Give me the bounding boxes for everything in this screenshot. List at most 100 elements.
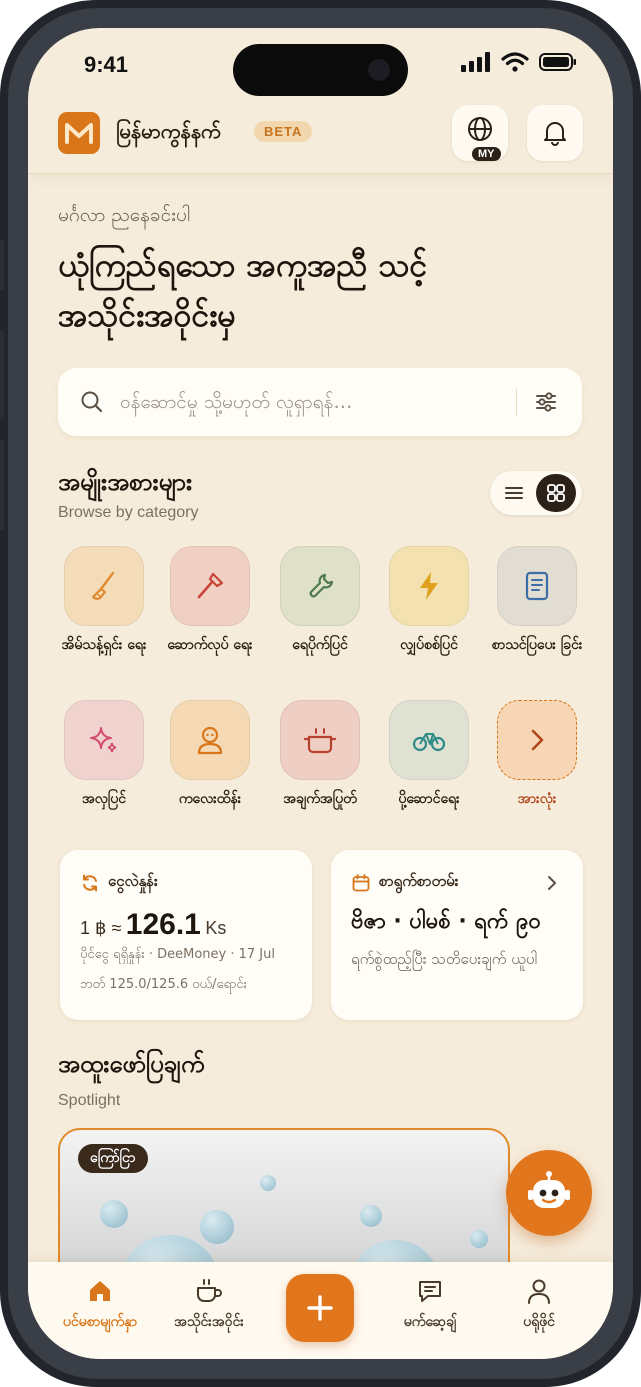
exchange-card-header: ငွေလဲနှုန်း bbox=[80, 872, 158, 894]
bell-icon bbox=[544, 122, 566, 146]
list-view-icon[interactable] bbox=[504, 483, 524, 503]
home-icon bbox=[45, 1276, 155, 1306]
coffee-cup-icon bbox=[154, 1276, 264, 1306]
phone-volume-down bbox=[0, 440, 4, 530]
book-icon bbox=[525, 571, 549, 601]
app-title: မြန်မာကွန်နက် bbox=[116, 119, 221, 143]
app-screen: 9:41 မြန်မာကွန်နက် BETA MY မင်္ဂလာ ညနေခင… bbox=[28, 28, 613, 1359]
user-icon bbox=[484, 1276, 594, 1306]
search-bar bbox=[58, 368, 582, 436]
phone-side-button bbox=[0, 240, 4, 290]
category-cleaning[interactable]: အိမ်သန့်ရှင်း ရေး bbox=[49, 546, 159, 656]
nav-home-label: ပင်မစာမျက်နှာ bbox=[62, 1314, 138, 1330]
grid-view-icon bbox=[547, 484, 565, 502]
exchange-rate-value: 126.1 bbox=[125, 908, 201, 941]
greeting-text: မင်္ဂလာ ညနေခင်းပါ bbox=[58, 204, 191, 226]
status-time: 9:41 bbox=[84, 52, 129, 77]
cooking-pot-icon bbox=[303, 728, 337, 754]
wifi-icon bbox=[501, 52, 529, 72]
globe-icon bbox=[468, 117, 492, 141]
category-childcare[interactable]: ကလေးထိန်း bbox=[155, 700, 265, 810]
nav-profile[interactable]: ပရိုဖိုင် bbox=[484, 1276, 594, 1333]
category-label: ကလေးထိန်း bbox=[178, 791, 242, 807]
assistant-button[interactable] bbox=[506, 1150, 592, 1236]
battery-icon bbox=[539, 53, 576, 71]
nav-home[interactable]: ပင်မစာမျက်နှာ bbox=[45, 1276, 155, 1333]
category-tile bbox=[389, 700, 469, 780]
cellular-signal-icon bbox=[461, 52, 490, 72]
category-tile bbox=[280, 700, 360, 780]
nav-community[interactable]: အသိုင်းအဝိုင်း bbox=[154, 1276, 264, 1333]
bicycle-icon bbox=[412, 733, 446, 752]
category-tile bbox=[170, 546, 250, 626]
category-label: ရေပိုက်ပြင် bbox=[292, 637, 348, 653]
wrench-icon bbox=[309, 573, 334, 598]
beta-badge: BETA bbox=[254, 121, 313, 142]
nav-community-label: အသိုင်းအဝိုင်း bbox=[174, 1314, 244, 1330]
spotlight-title: အထူးဖော်ပြချက် bbox=[58, 1050, 205, 1078]
exchange-rate-source: ပိုင်ငွေ ရရှိနှုန်း · DeeMoney · 17 Jul bbox=[80, 947, 275, 962]
sparkle-icon bbox=[90, 727, 117, 753]
spotlight-subtitle: Spotlight bbox=[58, 1092, 121, 1109]
bottom-navigation: ပင်မစာမျက်နှာ အသိုင်းအဝိုင်း မက်ဆေ့ချ် ပ… bbox=[28, 1262, 613, 1359]
nav-messages-label: မက်ဆေ့ချ် bbox=[403, 1314, 457, 1330]
category-tile bbox=[497, 700, 577, 780]
category-label: အချက်အပြုတ် bbox=[283, 791, 357, 807]
spotlight-image-bubble bbox=[200, 1210, 234, 1244]
status-icons bbox=[461, 52, 577, 72]
category-label: အလှပြင် bbox=[81, 791, 127, 807]
nav-messages[interactable]: မက်ဆေ့ချ် bbox=[375, 1276, 485, 1333]
spotlight-image-bubble bbox=[100, 1200, 128, 1228]
create-post-button[interactable] bbox=[286, 1274, 354, 1342]
view-toggle bbox=[490, 471, 582, 515]
category-tutoring[interactable]: စာသင်ပြပေး ခြင်း bbox=[482, 546, 592, 656]
category-tile bbox=[170, 700, 250, 780]
app-logo-icon[interactable] bbox=[58, 112, 100, 154]
category-label: အိမ်သန့်ရှင်း ရေး bbox=[61, 637, 147, 653]
category-electrical[interactable]: လျှပ်စစ်ပြင် bbox=[374, 546, 484, 656]
category-tile bbox=[64, 546, 144, 626]
child-icon bbox=[197, 726, 223, 755]
language-code-badge: MY bbox=[472, 147, 501, 161]
category-all[interactable]: အားလုံး bbox=[482, 700, 592, 810]
category-label: ဆောက်လုပ် ရေး bbox=[167, 637, 253, 653]
dynamic-island bbox=[233, 44, 408, 96]
grid-view-button[interactable] bbox=[536, 474, 576, 512]
chevron-right-icon bbox=[531, 729, 544, 751]
phone-volume-up bbox=[0, 330, 4, 420]
category-beauty[interactable]: အလှပြင် bbox=[49, 700, 159, 810]
filter-icon[interactable] bbox=[534, 390, 558, 414]
hammer-icon bbox=[197, 572, 224, 599]
exchange-rate-card[interactable]: ငွေလဲနှုန်း 1 ฿ ≈ 126.1 Ks ပိုင်ငွေ ရရှိ… bbox=[60, 850, 312, 1020]
phone-frame: 9:41 မြန်မာကွန်နက် BETA MY မင်္ဂလာ ညနေခင… bbox=[0, 0, 641, 1387]
document-deadline: ဗိဇာ · ပါမစ် · ရက် ၉၀ bbox=[351, 909, 541, 934]
notifications-button[interactable] bbox=[527, 105, 583, 161]
documents-card-header: စာရွက်စာတမ်း bbox=[351, 872, 458, 894]
plus-icon bbox=[307, 1295, 333, 1321]
category-label: ပို့ဆောင်ရေး bbox=[398, 791, 460, 807]
category-construction[interactable]: ဆောက်လုပ် ရေး bbox=[155, 546, 265, 656]
category-label: စာသင်ပြပေး ခြင်း bbox=[491, 637, 583, 653]
exchange-rate-line: 1 ฿ ≈ 126.1 Ks bbox=[80, 908, 226, 942]
exchange-rate-unit: Ks bbox=[205, 918, 227, 938]
category-cooking[interactable]: အချက်အပြုတ် bbox=[265, 700, 375, 810]
search-input[interactable] bbox=[120, 382, 500, 422]
documents-card[interactable]: စာရွက်စာတမ်း ဗိဇာ · ပါမစ် · ရက် ၉၀ ရက်စွ… bbox=[331, 850, 583, 1020]
category-delivery[interactable]: ပို့ဆောင်ရေး bbox=[374, 700, 484, 810]
spotlight-image-bubble bbox=[470, 1230, 488, 1248]
spotlight-image-bubble bbox=[260, 1175, 276, 1191]
chevron-right-icon bbox=[548, 876, 556, 890]
category-tile bbox=[64, 700, 144, 780]
nav-profile-label: ပရိုဖိုင် bbox=[523, 1314, 555, 1330]
exchange-rate-prefix: 1 ฿ ≈ bbox=[80, 918, 122, 938]
category-tile bbox=[280, 546, 360, 626]
category-plumbing[interactable]: ရေပိုက်ပြင် bbox=[265, 546, 375, 656]
category-tile bbox=[497, 546, 577, 626]
search-divider bbox=[516, 388, 517, 416]
language-button[interactable]: MY bbox=[452, 105, 508, 161]
spotlight-image-bubble bbox=[360, 1205, 382, 1227]
robot-icon bbox=[528, 1171, 570, 1208]
categories-subtitle: Browse by category bbox=[58, 504, 199, 521]
front-camera bbox=[368, 59, 390, 81]
category-tile bbox=[389, 546, 469, 626]
